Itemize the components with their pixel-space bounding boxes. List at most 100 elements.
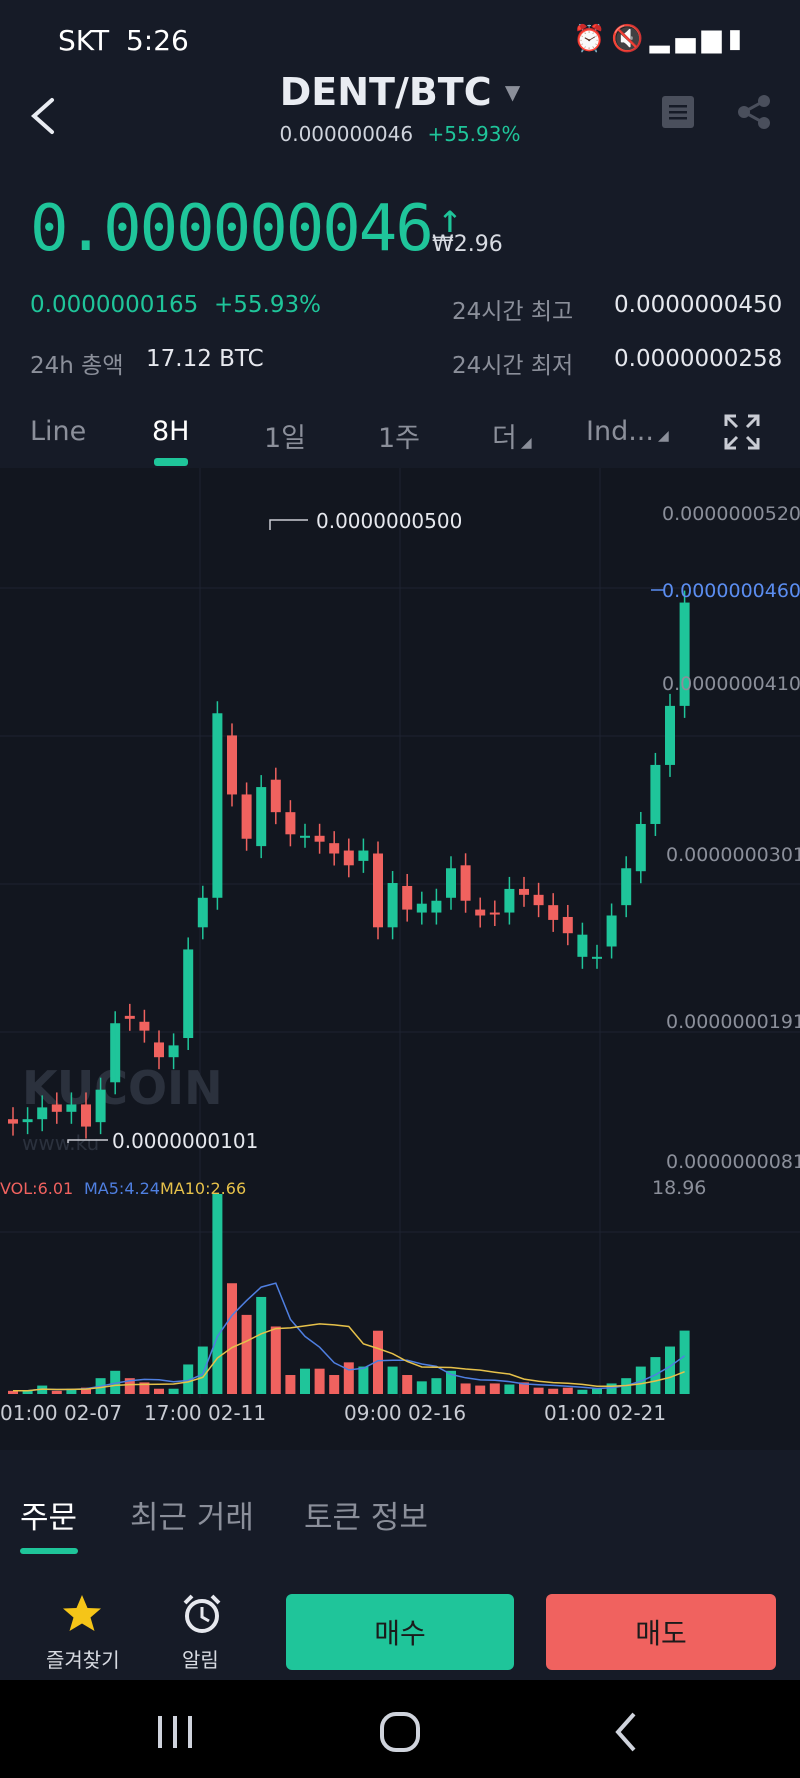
buy-button[interactable]: 매수 [286, 1594, 514, 1670]
krw-price: ₩2.96 [432, 232, 503, 257]
volume-bar [416, 1381, 427, 1394]
home-icon[interactable] [378, 1710, 422, 1754]
fullscreen-icon[interactable] [722, 412, 762, 452]
tab-8h[interactable]: 8H [152, 416, 189, 447]
status-bar: SKT 5:26 ⏰🔇▂▄▆▮ [0, 0, 800, 80]
x-tick-label: 01:00 02-07 [0, 1401, 122, 1425]
volume-bar [241, 1314, 252, 1394]
x-tick-label: 09:00 02-16 [344, 1401, 466, 1425]
bottom-tabs: 주문 최근 거래 토큰 정보 [0, 1470, 800, 1558]
favorite-button[interactable]: 즐겨찾기 [36, 1588, 126, 1676]
battery-icon: ▮ [727, 24, 748, 54]
back-nav-icon[interactable] [608, 1710, 644, 1754]
clock: 5:26 [125, 24, 189, 57]
volume-bar [51, 1390, 62, 1394]
low-price: 0.0000000165 [30, 292, 199, 318]
volume-bar [154, 1388, 164, 1394]
high-value: 0.0000000450 [614, 292, 783, 318]
vol-label: VOL:6.01 [0, 1179, 73, 1198]
carrier-label: SKT [58, 24, 110, 57]
candlestick-chart[interactable]: KUCOIN www.ku 0.0000000520 0.0000000410 … [0, 468, 800, 1450]
ma10-label: MA10:2.66 [160, 1179, 246, 1198]
volume-bar [314, 1368, 325, 1394]
volume-bar [431, 1378, 442, 1394]
pair-name: DENT/BTC [279, 70, 492, 114]
recent-apps-icon[interactable] [150, 1712, 200, 1752]
sell-label: 매도 [635, 1617, 687, 1650]
volume-bar [256, 1296, 267, 1394]
volume-bar [460, 1383, 471, 1394]
header-change: +55.93% [427, 122, 521, 146]
alarm-clock-icon [183, 1594, 221, 1633]
volume-bar [197, 1346, 208, 1394]
volume-bar [300, 1368, 310, 1394]
current-price-label: 0.0000000460 [662, 580, 800, 602]
tab-indicators[interactable]: Ind... ◢ [586, 416, 669, 447]
corner-triangle-icon: ◢ [520, 435, 532, 451]
active-tab-indicator [154, 458, 188, 466]
volume-bar [577, 1389, 588, 1394]
action-bar: 즐겨찾기 알림 매수 매도 [0, 1578, 800, 1680]
alarm-label: 알림 [182, 1648, 219, 1672]
vol-max-label: 18.96 [652, 1177, 706, 1199]
y-tick-label: 0.0000000410 [662, 673, 800, 695]
y-tick-label: 0.0000000520 [662, 503, 800, 525]
volume-bar [592, 1388, 602, 1394]
buy-label: 매수 [374, 1617, 426, 1650]
min-price-label: 0.0000000101 [112, 1129, 258, 1153]
high-label: 24시간 최고 [452, 299, 574, 325]
volume-bar [606, 1383, 617, 1394]
alarm-icon: ⏰ [572, 24, 612, 54]
system-nav-bar [0, 1680, 800, 1778]
corner-triangle-icon: ◢ [657, 428, 669, 444]
timeframe-tabs: Line 8H 1일 1주 더 ◢ Ind... ◢ [0, 400, 800, 468]
max-price-label: 0.0000000500 [316, 509, 462, 533]
volume-bar [475, 1385, 486, 1394]
volume-bar [504, 1384, 515, 1394]
orderbook-icon[interactable] [660, 94, 696, 130]
volume-bar [270, 1326, 281, 1394]
volume-value: 17.12 BTC [146, 346, 264, 372]
sell-button[interactable]: 매도 [546, 1594, 776, 1670]
volume-bar [665, 1346, 675, 1394]
signal-icon: ▂▄▆ [649, 24, 728, 54]
tab-more[interactable]: 더 ◢ [492, 416, 532, 455]
alarm-button[interactable]: 알림 [172, 1588, 232, 1676]
tab-line[interactable]: Line [30, 416, 86, 447]
x-tick-label: 17:00 02-11 [144, 1401, 266, 1425]
tab-order[interactable]: 주문 [20, 1492, 77, 1537]
volume-bar [329, 1375, 340, 1394]
last-price: 0.000000046 ↑ [30, 192, 462, 266]
x-tick-label: 01:00 02-21 [544, 1401, 666, 1425]
y-tick-label: 0.0000000081 [666, 1151, 800, 1173]
share-icon[interactable] [734, 92, 774, 132]
volume-bar [212, 1194, 223, 1394]
tab-1w[interactable]: 1주 [378, 416, 420, 455]
volume-bar [285, 1375, 296, 1394]
volume-bar [358, 1366, 369, 1394]
status-icons: ⏰🔇▂▄▆▮ [573, 24, 748, 54]
tab-recent-trades[interactable]: 최근 거래 [130, 1492, 254, 1537]
bottom-tab-indicator [20, 1548, 78, 1554]
star-icon [63, 1595, 101, 1631]
volume-bar [168, 1388, 179, 1394]
volume-label: 24h 총액 [30, 353, 124, 379]
volume-bar [402, 1375, 413, 1394]
volume-bar [227, 1283, 237, 1394]
tab-1d[interactable]: 1일 [264, 416, 306, 455]
tab-token-info[interactable]: 토큰 정보 [304, 1492, 428, 1537]
y-tick-label: 0.0000000301 [666, 844, 800, 866]
watermark-url: www.ku [22, 1131, 99, 1155]
volume-bar [533, 1387, 544, 1394]
volume-bar [387, 1366, 398, 1394]
header-price: 0.000000046 [279, 122, 414, 146]
volume-bar [548, 1388, 559, 1394]
chart-canvas[interactable]: KUCOIN www.ku 0.0000000520 0.0000000410 … [0, 468, 800, 1450]
mute-icon: 🔇 [611, 24, 650, 54]
volume-bar [679, 1330, 690, 1394]
low-label: 24시간 최저 [452, 353, 574, 379]
volume-bar [562, 1387, 573, 1394]
chevron-down-icon: ▼ [504, 80, 521, 104]
price-change: +55.93% [214, 292, 321, 318]
low-value: 0.0000000258 [614, 346, 783, 372]
